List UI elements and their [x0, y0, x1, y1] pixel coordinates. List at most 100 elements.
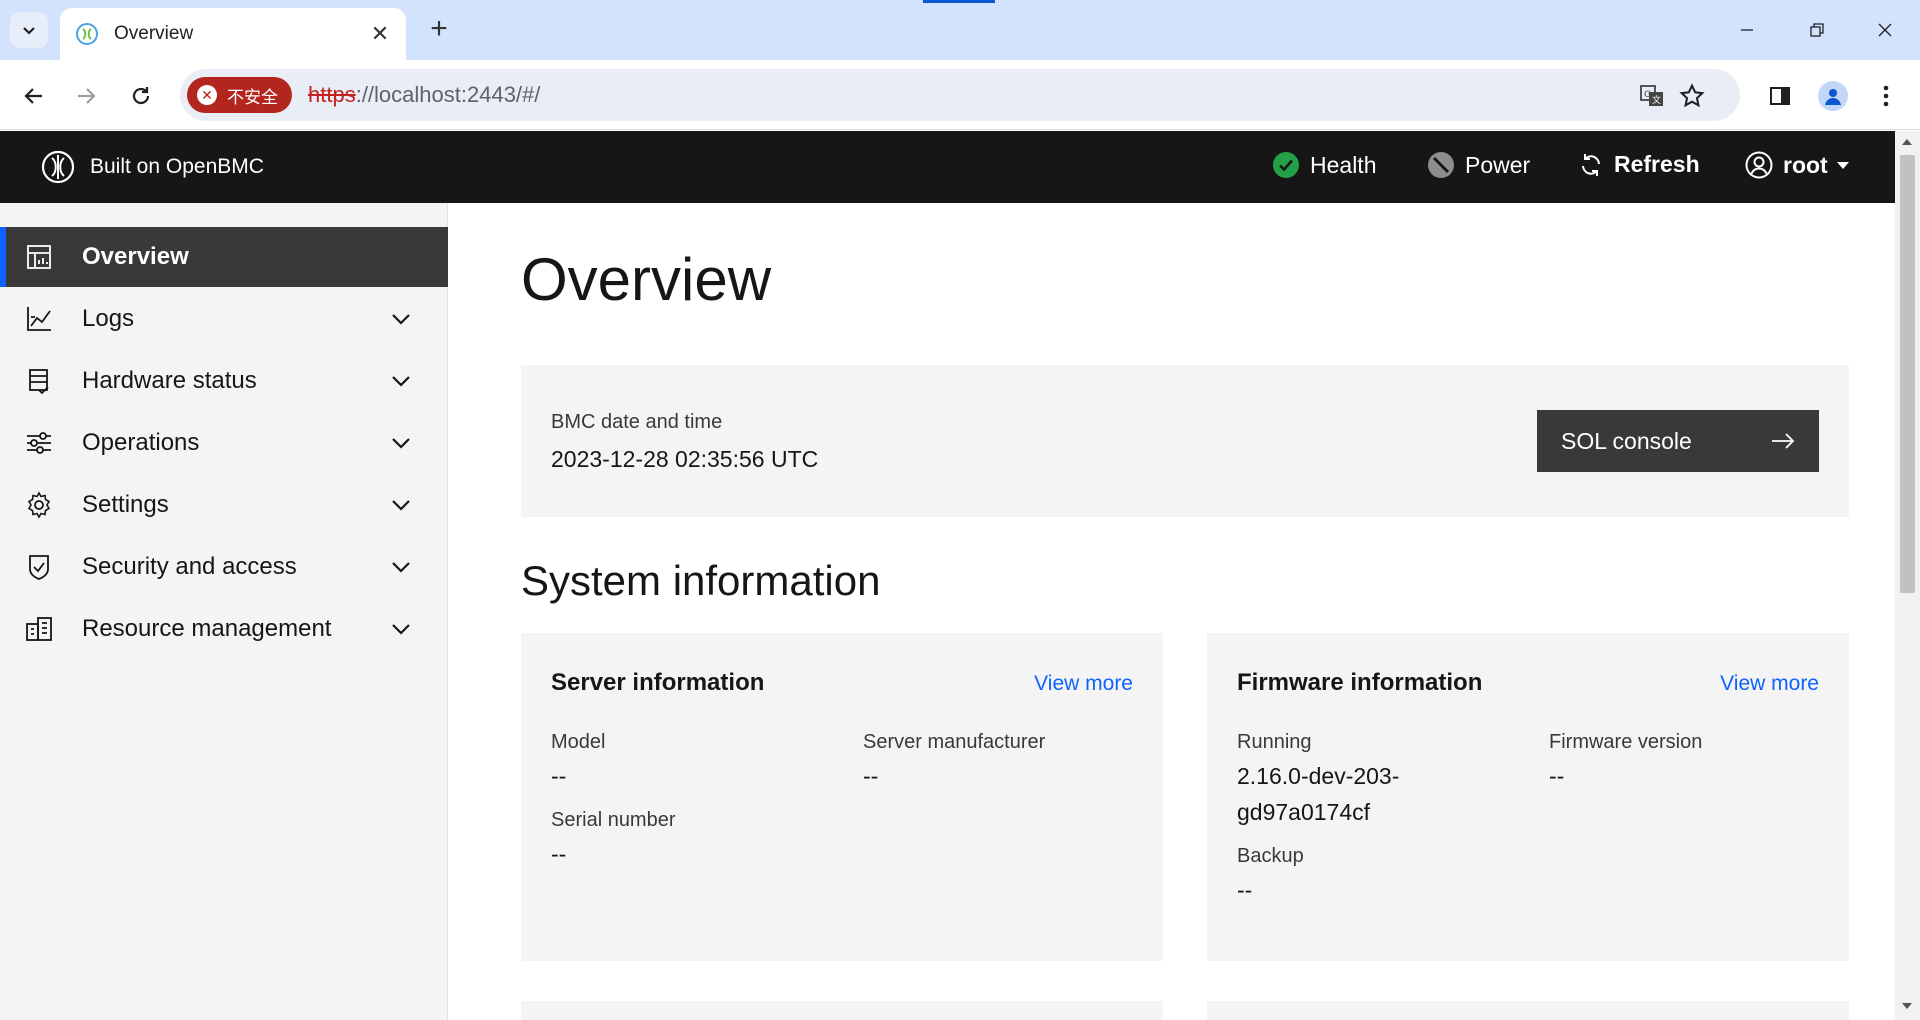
- model-value: --: [551, 763, 567, 789]
- minimize-button[interactable]: [1727, 14, 1767, 46]
- sidebar-item-label: Resource management: [82, 615, 332, 642]
- dashboard-icon: [24, 242, 54, 272]
- gear-icon: [24, 490, 54, 520]
- power-off-icon: [1427, 151, 1455, 179]
- not-secure-label: 不安全: [227, 87, 278, 107]
- browser-tabstrip: Overview ✕ +: [0, 0, 1920, 60]
- model-label: Model: [551, 731, 606, 753]
- star-icon: [1679, 83, 1705, 108]
- backup-value: --: [1237, 877, 1253, 903]
- minimize-icon: [1741, 29, 1753, 31]
- building-icon: [24, 614, 54, 644]
- serial-number-field: Serial number --: [551, 809, 831, 872]
- refresh-icon: [1578, 152, 1604, 178]
- sidebar-item-settings[interactable]: Settings: [0, 475, 448, 535]
- tab-indicator: [923, 0, 995, 3]
- sidebar-item-label: Overview: [82, 243, 189, 270]
- checkmark-filled-icon: [1272, 151, 1300, 179]
- health-status[interactable]: Health: [1272, 151, 1376, 179]
- sidebar-item-security-and-access[interactable]: Security and access: [0, 537, 448, 597]
- arrow-right-icon: [1772, 433, 1795, 449]
- sidebar-item-logs[interactable]: Logs: [0, 289, 448, 349]
- not-secure-badge[interactable]: ✕ 不安全: [187, 77, 292, 113]
- arrow-right-icon: [78, 88, 96, 104]
- firmware-version-label: Firmware version: [1549, 731, 1703, 753]
- side-panel-icon: [1770, 87, 1790, 105]
- scroll-up-arrow-icon[interactable]: [1902, 139, 1912, 145]
- scroll-down-arrow-icon[interactable]: [1902, 1003, 1912, 1009]
- chevron-down-icon: [386, 499, 416, 511]
- avatar: [1818, 81, 1848, 111]
- restore-button[interactable]: [1797, 14, 1837, 46]
- scroll-thumb[interactable]: [1900, 155, 1915, 593]
- next-card-partial: [1207, 1001, 1849, 1020]
- firmware-information-card: Firmware information View more Running 2…: [1207, 633, 1849, 961]
- back-button[interactable]: [14, 76, 54, 116]
- close-icon: [1878, 23, 1892, 37]
- browser-menu-button[interactable]: [1866, 76, 1906, 116]
- sidebar-item-resource-management[interactable]: Resource management: [0, 599, 448, 659]
- side-panel-button[interactable]: [1760, 76, 1800, 116]
- chevron-down-icon: [23, 27, 35, 35]
- new-tab-button[interactable]: +: [423, 14, 455, 46]
- bookmark-button[interactable]: [1677, 81, 1707, 111]
- user-menu[interactable]: root: [1745, 151, 1850, 179]
- url-text[interactable]: https://localhost:2443/#/: [308, 82, 540, 108]
- tab-search-button[interactable]: [10, 12, 48, 48]
- chevron-down-icon: [386, 375, 416, 387]
- forward-button[interactable]: [66, 76, 106, 116]
- server-view-more-link[interactable]: View more: [1034, 672, 1133, 696]
- manufacturer-field: Server manufacturer --: [863, 731, 1143, 794]
- tab-title: Overview: [114, 23, 194, 44]
- reload-icon: [132, 87, 150, 105]
- sidebar-item-overview[interactable]: Overview: [0, 227, 448, 287]
- running-value-line-2: gd97a0174cf: [1237, 799, 1371, 825]
- sliders-icon: [24, 428, 54, 458]
- openbmc-favicon-icon: [76, 23, 98, 45]
- caret-down-icon: [1836, 160, 1850, 170]
- warning-icon: ✕: [197, 85, 217, 105]
- power-label: Power: [1465, 151, 1531, 178]
- sidebar-item-label: Logs: [82, 305, 135, 332]
- page-scrollbar[interactable]: [1895, 131, 1920, 1020]
- refresh-button[interactable]: Refresh: [1578, 151, 1700, 178]
- close-window-button[interactable]: [1865, 14, 1905, 46]
- sol-console-button[interactable]: SOL console: [1537, 410, 1819, 472]
- health-label: Health: [1310, 151, 1377, 178]
- reload-button[interactable]: [121, 76, 161, 116]
- translate-icon: G文: [1640, 85, 1663, 106]
- shield-icon: [24, 552, 54, 582]
- running-value-line-1: 2.16.0-dev-203-: [1237, 763, 1400, 789]
- sidebar-item-hardware-status[interactable]: Hardware status: [0, 351, 448, 411]
- address-bar[interactable]: ✕ 不安全 https://localhost:2443/#/ G文: [180, 69, 1740, 121]
- browser-toolbar: ✕ 不安全 https://localhost:2443/#/ G文: [0, 60, 1920, 130]
- firmware-version-value: --: [1549, 763, 1565, 789]
- firmware-view-more-link[interactable]: View more: [1720, 672, 1819, 696]
- user-label: root: [1783, 151, 1828, 178]
- chevron-down-icon: [386, 313, 416, 325]
- model-field: Model --: [551, 731, 831, 794]
- arrow-left-icon: [24, 88, 42, 104]
- card-title: Server information: [551, 669, 765, 696]
- user-avatar-icon: [1745, 151, 1773, 179]
- power-status[interactable]: Power: [1427, 151, 1530, 179]
- section-title: System information: [521, 557, 881, 604]
- close-tab-icon[interactable]: ✕: [368, 21, 392, 47]
- next-card-partial: [521, 1001, 1163, 1020]
- main-content: Overview BMC date and time 2023-12-28 02…: [449, 203, 1895, 1020]
- chevron-down-icon: [386, 623, 416, 635]
- brand-link[interactable]: Built on OpenBMC: [40, 149, 264, 185]
- browser-tab[interactable]: Overview ✕: [60, 8, 406, 60]
- bmc-datetime-card: BMC date and time 2023-12-28 02:35:56 UT…: [521, 365, 1849, 517]
- sidebar-item-label: Settings: [82, 491, 169, 518]
- svg-text:G: G: [1644, 90, 1651, 100]
- sidebar-item-label: Operations: [82, 429, 200, 456]
- manufacturer-value: --: [863, 763, 879, 789]
- profile-button[interactable]: [1813, 76, 1853, 116]
- sidebar-item-operations[interactable]: Operations: [0, 413, 448, 473]
- server-information-card: Server information View more Model -- Se…: [521, 633, 1163, 961]
- serial-number-value: --: [551, 841, 567, 867]
- chart-line-icon: [24, 304, 54, 334]
- translate-button[interactable]: G文: [1637, 81, 1667, 111]
- running-label: Running: [1237, 731, 1312, 753]
